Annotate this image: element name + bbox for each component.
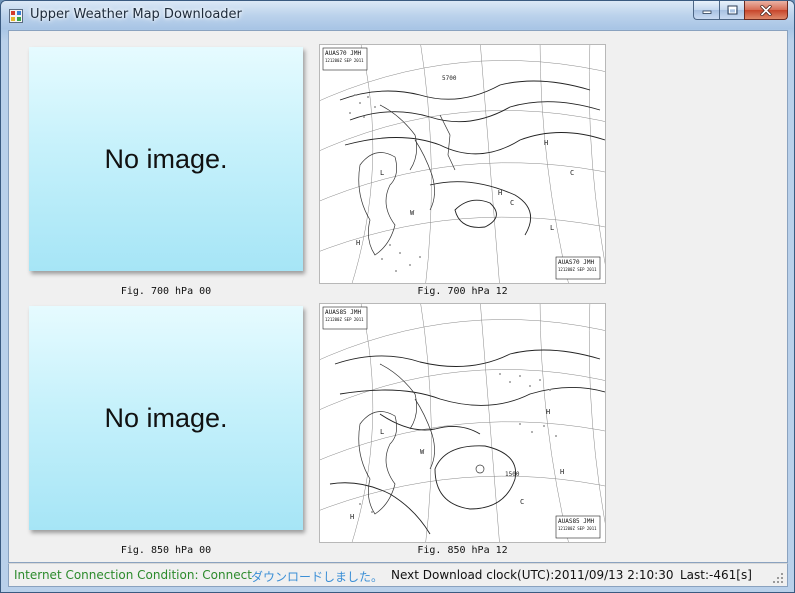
- close-icon: [760, 4, 772, 16]
- main-content: No image. Fig. 700 hPa 00 H H L C H W L …: [8, 30, 788, 563]
- svg-text:L: L: [550, 224, 554, 232]
- app-window: Upper Weather Map Downloader No image. F…: [0, 0, 795, 593]
- status-bar: Internet Connection Condition: Connect ダ…: [8, 563, 788, 587]
- minimize-icon: [702, 10, 711, 14]
- no-image-text: No image.: [104, 143, 228, 174]
- map-stamp-850-bottom: AUAS85 JMH 121200Z SEP 2011: [555, 515, 601, 539]
- next-download-clock: Next Download clock(UTC):2011/09/13 2:10…: [391, 568, 674, 582]
- title-bar[interactable]: Upper Weather Map Downloader: [1, 1, 794, 29]
- svg-text:H: H: [546, 408, 550, 416]
- caption-buttons: [693, 1, 788, 21]
- weather-map-700-12-drawing: H H L C H W L C 5700 AUAS70 JMH 121200Z SEP …: [320, 45, 605, 283]
- connection-status: Internet Connection Condition: Connect: [14, 568, 252, 582]
- svg-text:H: H: [356, 239, 360, 247]
- last-seconds: Last:-461[s]: [680, 568, 752, 582]
- map-stamp-700-top: AUAS70 JMH 121200Z SEP 2011: [322, 47, 368, 71]
- svg-text:121200Z SEP 2011: 121200Z SEP 2011: [558, 526, 597, 531]
- contour-label-5700: 5700: [442, 75, 457, 82]
- svg-text:121200Z SEP 2011: 121200Z SEP 2011: [325, 58, 364, 63]
- svg-text:H: H: [498, 189, 502, 197]
- close-button[interactable]: [744, 1, 788, 20]
- download-message: ダウンロードしました。: [251, 570, 384, 584]
- svg-text:C: C: [570, 169, 574, 177]
- svg-text:H: H: [544, 139, 548, 147]
- svg-text:W: W: [410, 209, 415, 217]
- maximize-button[interactable]: [719, 1, 744, 20]
- svg-text:L: L: [380, 169, 384, 177]
- weather-map-700-12[interactable]: H H L C H W L C 5700 AUAS70 JMH 121200Z SEP …: [319, 44, 606, 284]
- caption-700-00: Fig. 700 hPa 00: [120, 286, 212, 297]
- weather-map-850-12[interactable]: H L H H W C 1500 AUAS85 JMH 121200Z SEP 201…: [319, 303, 606, 543]
- svg-text:C: C: [520, 498, 524, 506]
- weather-map-850-12-drawing: H L H H W C 1500 AUAS85 JMH 121200Z SEP 201…: [320, 304, 605, 542]
- image-panel-700-00[interactable]: No image.: [29, 47, 303, 271]
- svg-text:H: H: [560, 468, 564, 476]
- map-stamp-700-bottom: AUAS70 JMH 121200Z SEP 2011: [555, 256, 601, 280]
- app-window-icon[interactable]: [9, 8, 23, 23]
- minimize-button[interactable]: [693, 1, 719, 20]
- map-stamp-850-top: AUAS85 JMH 121200Z SEP 2011: [322, 306, 368, 330]
- image-panel-850-00[interactable]: No image.: [29, 306, 303, 530]
- svg-text:L: L: [380, 428, 384, 436]
- maximize-icon: [727, 5, 737, 15]
- no-image-text: No image.: [104, 402, 228, 433]
- caption-700-12: Fig. 700 hPa 12: [417, 286, 508, 297]
- caption-850-12: Fig. 850 hPa 12: [417, 545, 508, 556]
- resize-grip-icon[interactable]: [772, 572, 784, 584]
- svg-text:AUAS85 JMH: AUAS85 JMH: [558, 518, 595, 525]
- svg-text:AUAS70 JMH: AUAS70 JMH: [325, 50, 362, 57]
- svg-text:W: W: [420, 448, 425, 456]
- svg-text:H: H: [350, 513, 354, 521]
- caption-850-00: Fig. 850 hPa 00: [120, 545, 212, 556]
- svg-text:C: C: [510, 199, 514, 207]
- svg-text:AUAS70 JMH: AUAS70 JMH: [558, 259, 595, 266]
- window-title: Upper Weather Map Downloader: [30, 7, 242, 22]
- svg-text:AUAS85 JMH: AUAS85 JMH: [325, 309, 362, 316]
- svg-text:121200Z SEP 2011: 121200Z SEP 2011: [558, 267, 597, 272]
- svg-text:121200Z SEP 2011: 121200Z SEP 2011: [325, 317, 364, 322]
- contour-label-1500: 1500: [505, 471, 520, 478]
